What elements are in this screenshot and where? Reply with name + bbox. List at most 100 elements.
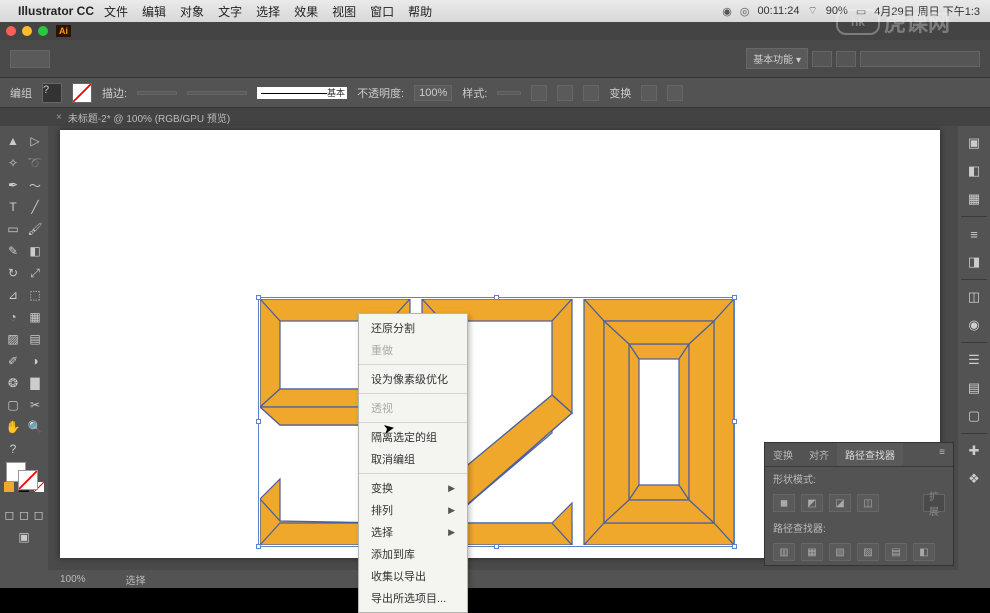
home-control[interactable] — [10, 50, 50, 68]
panel-tab-align[interactable]: 对齐 — [801, 443, 837, 466]
zoom-tool-icon[interactable]: 🔍 — [24, 416, 46, 438]
direct-selection-tool-icon[interactable]: ▷ — [24, 130, 46, 152]
siri-icon[interactable]: ◎ — [740, 5, 750, 18]
symbols-panel-icon[interactable]: ❖ — [963, 468, 985, 490]
width-tool-icon[interactable]: ⊿ — [2, 284, 24, 306]
style-dropdown[interactable] — [497, 91, 521, 95]
properties-panel-icon[interactable]: ▣ — [963, 132, 985, 154]
eyedropper-tool-icon[interactable]: ✐ — [2, 350, 24, 372]
layers-panel-icon[interactable]: ☰ — [963, 349, 985, 371]
draw-behind-icon[interactable]: ◻ — [19, 504, 29, 526]
artboard-tool-icon[interactable]: ▢ — [2, 394, 24, 416]
blend-tool-icon[interactable]: ◑ — [24, 350, 46, 372]
transform-link[interactable]: 变换 — [609, 85, 631, 101]
panel-tab-pathfinder[interactable]: 路径查找器 — [837, 443, 903, 466]
screen-mode-icon[interactable]: ▣ — [18, 526, 29, 548]
gradient-tool-icon[interactable]: ▤ — [24, 328, 46, 350]
trim-icon[interactable]: ▦ — [801, 543, 823, 561]
zoom-level[interactable]: 100% — [60, 574, 86, 585]
edit-icon[interactable] — [667, 85, 683, 101]
hand-tool-icon[interactable]: ✋ — [2, 416, 24, 438]
expand-button[interactable]: 扩展 — [923, 494, 945, 512]
pathfinder-panel[interactable]: 变换 对齐 路径查找器 ≡ 形状模式: ◼ ◩ ◪ ◫ 扩展 路径查找器: ▥ … — [764, 442, 954, 566]
perspective-tool-icon[interactable]: ▦ — [24, 306, 46, 328]
stroke-weight[interactable] — [137, 91, 177, 95]
shape-builder-tool-icon[interactable]: ◔ — [2, 306, 24, 328]
outline-icon[interactable]: ▤ — [885, 543, 907, 561]
type-tool-icon[interactable]: T — [2, 196, 24, 218]
ctx-select[interactable]: 选择▶ — [359, 521, 467, 543]
crop-icon[interactable]: ▨ — [857, 543, 879, 561]
screencast-icon[interactable]: ◉ — [722, 5, 732, 18]
artwork-520[interactable] — [260, 299, 734, 550]
ctx-isolate-group[interactable]: 隔离选定的组 — [359, 426, 467, 448]
graph-tool-icon[interactable]: ▇ — [24, 372, 46, 394]
magic-wand-tool-icon[interactable]: ✧ — [2, 152, 24, 174]
curvature-tool-icon[interactable]: 〜 — [24, 174, 46, 196]
exclude-icon[interactable]: ◫ — [857, 494, 879, 512]
close-button[interactable] — [6, 26, 16, 36]
draw-inside-icon[interactable]: ◻ — [34, 504, 44, 526]
opacity-value[interactable]: 100% — [414, 85, 452, 101]
free-transform-tool-icon[interactable]: ⬚ — [24, 284, 46, 306]
minus-front-icon[interactable]: ◩ — [801, 494, 823, 512]
selection-tool-icon[interactable]: ▲ — [2, 130, 24, 152]
fill-swatch[interactable]: ? — [42, 83, 62, 103]
panel-menu-icon[interactable]: ≡ — [931, 443, 953, 466]
eraser-tool-icon[interactable]: ◧ — [24, 240, 46, 262]
stroke-color-icon[interactable] — [18, 470, 38, 490]
appearance-panel-icon[interactable]: ◉ — [963, 314, 985, 336]
fill-stroke-control[interactable] — [2, 460, 46, 490]
stroke-profile[interactable] — [187, 91, 247, 95]
align2-icon[interactable] — [583, 85, 599, 101]
close-tab-icon[interactable]: × — [56, 112, 62, 123]
ctx-collect-export[interactable]: 收集以导出 — [359, 565, 467, 587]
paintbrush-tool-icon[interactable]: 🖌 — [24, 218, 46, 240]
line-tool-icon[interactable]: ╱ — [24, 196, 46, 218]
maximize-button[interactable] — [38, 26, 48, 36]
ctx-pixel-perfect[interactable]: 设为像素级优化 — [359, 368, 467, 390]
rectangle-tool-icon[interactable]: ▭ — [2, 218, 24, 240]
swatches-panel-icon[interactable]: ▦ — [963, 188, 985, 210]
brush-definition[interactable]: 基本 — [257, 87, 347, 99]
color-panel-icon[interactable]: ◧ — [963, 160, 985, 182]
minus-back-icon[interactable]: ◧ — [913, 543, 935, 561]
app-name[interactable]: Illustrator CC — [18, 4, 94, 18]
isolate-icon[interactable] — [641, 85, 657, 101]
workspace-switcher[interactable]: 基本功能 ▾ — [746, 48, 808, 69]
menu-window[interactable]: 窗口 — [370, 3, 394, 20]
menu-select[interactable]: 选择 — [256, 3, 280, 20]
menu-help[interactable]: 帮助 — [408, 3, 432, 20]
mesh-tool-icon[interactable]: ▨ — [2, 328, 24, 350]
stroke-panel-icon[interactable]: ≡ — [963, 223, 985, 245]
search-field[interactable] — [860, 51, 980, 67]
transparency-panel-icon[interactable]: ◫ — [963, 286, 985, 308]
merge-icon[interactable]: ▧ — [829, 543, 851, 561]
asset-panel-icon[interactable]: ▤ — [963, 377, 985, 399]
share-icon[interactable] — [812, 51, 832, 67]
menu-effect[interactable]: 效果 — [294, 3, 318, 20]
menu-type[interactable]: 文字 — [218, 3, 242, 20]
menu-file[interactable]: 文件 — [104, 3, 128, 20]
shaper-tool-icon[interactable]: ✎ — [2, 240, 24, 262]
gradient-panel-icon[interactable]: ◨ — [963, 251, 985, 273]
unknown-tool-icon[interactable]: ? — [2, 438, 24, 460]
menu-view[interactable]: 视图 — [332, 3, 356, 20]
minimize-button[interactable] — [22, 26, 32, 36]
symbol-sprayer-tool-icon[interactable]: ❂ — [2, 372, 24, 394]
menu-object[interactable]: 对象 — [180, 3, 204, 20]
recolor-icon[interactable] — [531, 85, 547, 101]
ctx-arrange[interactable]: 排列▶ — [359, 499, 467, 521]
divide-icon[interactable]: ▥ — [773, 543, 795, 561]
brushes-panel-icon[interactable]: ✚ — [963, 440, 985, 462]
arrange-icon[interactable] — [836, 51, 856, 67]
artboards-panel-icon[interactable]: ▢ — [963, 405, 985, 427]
ctx-ungroup[interactable]: 取消编组 — [359, 448, 467, 470]
unite-icon[interactable]: ◼ — [773, 494, 795, 512]
ctx-transform[interactable]: 变换▶ — [359, 477, 467, 499]
panel-tab-transform[interactable]: 变换 — [765, 443, 801, 466]
pen-tool-icon[interactable]: ✒ — [2, 174, 24, 196]
ctx-export-selection[interactable]: 导出所选项目... — [359, 587, 467, 609]
ctx-undo[interactable]: 还原分割 — [359, 317, 467, 339]
lasso-tool-icon[interactable]: ➰ — [24, 152, 46, 174]
